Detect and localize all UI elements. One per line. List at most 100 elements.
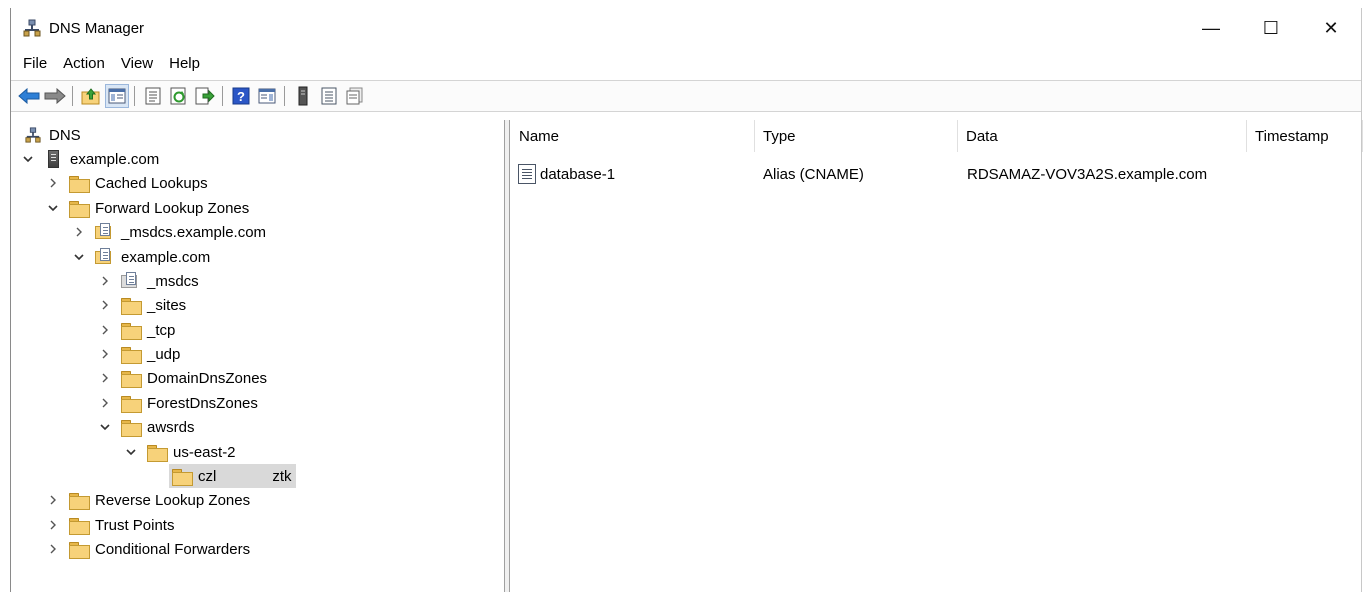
tree-item-label: _udp [147,345,181,363]
chevron-down-icon[interactable] [124,445,138,459]
chevron-right-icon[interactable] [46,542,60,556]
chevron-right-icon[interactable] [98,396,112,410]
tree-item-selected-folder[interactable]: czl ztk [169,464,296,488]
tree-item-cached-lookups[interactable]: Cached Lookups [46,171,208,195]
tree-item-server[interactable]: example.com [21,147,159,171]
up-one-level-button[interactable] [79,84,103,108]
toolbar-separator [222,86,223,106]
column-header-name[interactable]: Name [511,120,755,152]
zone-icon [94,248,114,266]
folder-icon [68,540,90,559]
tree-item-sites[interactable]: _sites [98,293,186,317]
tree-item-awsrds[interactable]: awsrds [98,415,195,439]
chevron-down-icon[interactable] [98,420,112,434]
tree-item-msdcs[interactable]: _msdcs [98,269,199,293]
chevron-down-icon[interactable] [46,201,60,215]
toolbar-separator [134,86,135,106]
help-button[interactable]: ? [229,84,253,108]
menu-view[interactable]: View [113,52,161,76]
folder-icon [68,516,90,535]
tree-item-conditional-forwarders[interactable]: Conditional Forwarders [46,537,250,561]
svg-text:?: ? [237,89,245,104]
tree-item-label: us-east-2 [173,443,236,461]
tree-item-us-east-2[interactable]: us-east-2 [124,440,236,464]
chevron-right-icon[interactable] [98,347,112,361]
tree-item-label: _msdcs [147,272,199,290]
show-hide-action-pane-button[interactable] [255,84,279,108]
menu-file[interactable]: File [15,52,55,76]
tree-item-example-zone[interactable]: example.com [72,245,210,269]
tree-item-forest-dns-zones[interactable]: ForestDnsZones [98,391,258,415]
tree-item-label-part1: czl [198,467,217,485]
tree-item-label: example.com [121,248,211,266]
column-header-type[interactable]: Type [755,120,958,152]
tree-item-label: Trust Points [95,516,175,534]
properties-button[interactable] [141,84,165,108]
folder-icon [68,174,90,193]
chevron-down-icon[interactable] [21,152,35,166]
menu-action[interactable]: Action [55,52,113,76]
menu-help[interactable]: Help [161,52,208,76]
show-hide-console-tree-button[interactable] [105,84,129,108]
record-icon [518,164,536,184]
details-view-button[interactable] [343,84,367,108]
tree-item-label: _sites [147,296,187,314]
tree-item-label-part2: ztk [272,467,292,485]
column-header-data[interactable]: Data [958,120,1247,152]
chevron-right-icon[interactable] [98,274,112,288]
tree-item-udp[interactable]: _udp [98,342,180,366]
chevron-right-icon[interactable] [46,518,60,532]
chevron-right-icon[interactable] [72,225,86,239]
tree-item-label: example.com [70,150,160,168]
back-button[interactable] [17,84,41,108]
help-icon: ? [232,87,250,105]
tree-item-trust-points[interactable]: Trust Points [46,513,174,537]
results-list: Name Type Data Timestamp database-1 Alia… [511,120,1363,592]
chevron-right-icon[interactable] [98,371,112,385]
folder-icon [120,369,142,388]
chevron-right-icon[interactable] [98,298,112,312]
server-button[interactable] [291,84,315,108]
refresh-icon [170,87,186,105]
chevron-right-icon[interactable] [46,176,60,190]
tree-item-reverse-lookup-zones[interactable]: Reverse Lookup Zones [46,488,250,512]
maximize-button[interactable]: ☐ [1241,8,1301,48]
list-icon [321,87,337,105]
tree-item-dns[interactable]: DNS [23,123,81,147]
action-pane-icon [258,88,276,104]
chevron-right-icon[interactable] [46,493,60,507]
column-header-timestamp[interactable]: Timestamp [1247,120,1363,152]
refresh-button[interactable] [167,84,191,108]
tree-item-label: Conditional Forwarders [95,540,251,558]
minimize-button[interactable]: — [1181,8,1241,48]
tree-item-label: _tcp [147,321,176,339]
folder-icon [120,296,142,315]
export-list-button[interactable] [193,84,217,108]
dns-manager-window: DNS Manager — ☐ ✕ File Action View Help [10,8,1363,592]
tree-item-label: _msdcs.example.com [121,223,267,241]
back-icon [18,88,40,104]
folder-icon [120,394,142,413]
export-list-icon [195,87,215,105]
record-name: database-1 [540,165,616,183]
list-view-button[interactable] [317,84,341,108]
close-button[interactable]: ✕ [1301,8,1361,48]
tree-item-domain-dns-zones[interactable]: DomainDnsZones [98,366,267,390]
dns-icon [23,126,43,144]
properties-icon [145,87,161,105]
record-name-cell[interactable]: database-1 [518,162,615,186]
show-hide-console-tree-icon [108,88,126,104]
pane-splitter[interactable] [505,120,510,592]
forward-button[interactable] [43,84,67,108]
tree-item-tcp[interactable]: _tcp [98,318,175,342]
tree-item-label: ForestDnsZones [147,394,258,412]
chevron-down-icon[interactable] [72,250,86,264]
zone-icon [94,223,114,241]
tree-item-msdcs-zone[interactable]: _msdcs.example.com [72,220,266,244]
details-icon [346,87,363,105]
close-icon: ✕ [1323,17,1339,38]
folder-icon [146,443,168,462]
maximize-icon: ☐ [1262,17,1280,38]
chevron-right-icon[interactable] [98,323,112,337]
tree-item-forward-lookup-zones[interactable]: Forward Lookup Zones [46,196,249,220]
